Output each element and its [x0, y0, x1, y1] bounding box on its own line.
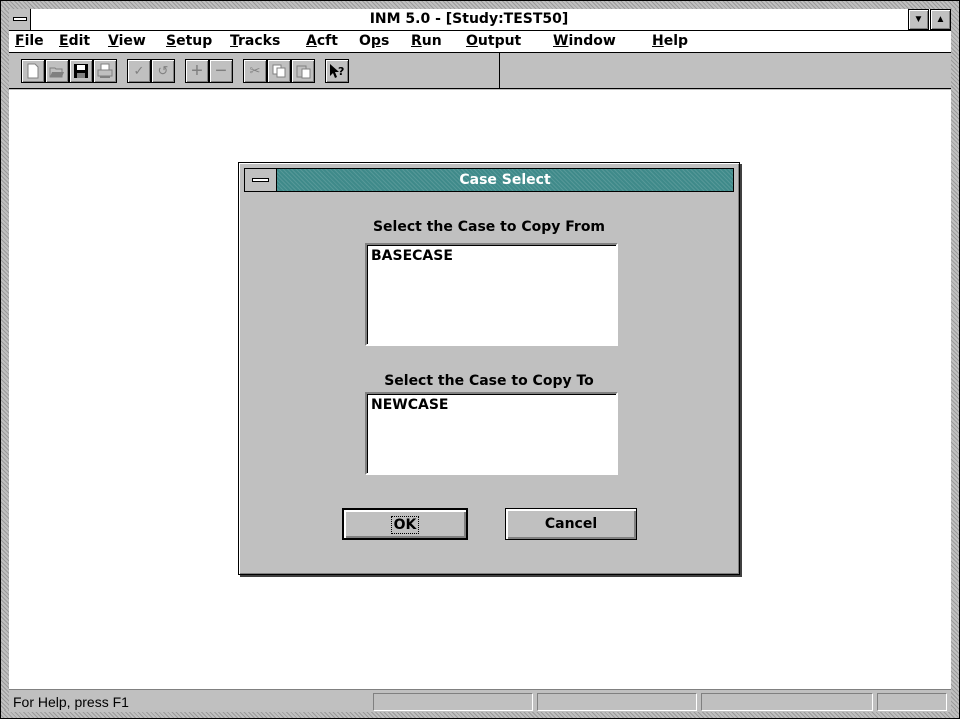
maximize-button[interactable]: ▲	[930, 9, 951, 30]
list-item[interactable]: NEWCASE	[371, 397, 448, 413]
status-bar: For Help, press F1	[9, 689, 951, 712]
check-icon: ✓	[133, 63, 145, 78]
menu-edit[interactable]: Edit	[59, 33, 90, 49]
status-text: For Help, press F1	[13, 694, 129, 710]
print-icon	[97, 63, 113, 78]
context-help-button[interactable]: ?	[325, 59, 349, 83]
add-button[interactable]: +	[185, 59, 209, 83]
copy-from-listbox[interactable]: BASECASE	[365, 243, 618, 346]
app-titlebar[interactable]: INM 5.0 - [Study:TEST50] ▼ ▲	[9, 9, 951, 31]
toolbar-divider	[499, 53, 500, 88]
ok-label: OK	[390, 516, 420, 534]
menu-view[interactable]: View	[108, 33, 146, 49]
system-menu-button[interactable]	[9, 9, 31, 30]
status-pane	[537, 693, 697, 711]
app-window: INM 5.0 - [Study:TEST50] ▼ ▲ File Edit V…	[0, 0, 960, 719]
cut-button[interactable]: ✂	[243, 59, 267, 83]
copy-icon	[272, 64, 286, 78]
menu-help[interactable]: Help	[652, 33, 688, 49]
context-help-icon: ?	[330, 64, 344, 78]
copy-from-label: Select the Case to Copy From	[372, 219, 606, 235]
ok-button[interactable]: OK	[342, 508, 468, 540]
copy-to-listbox[interactable]: NEWCASE	[365, 392, 618, 475]
copy-button[interactable]	[267, 59, 291, 83]
undo-icon: ↺	[157, 63, 169, 78]
svg-text:?: ?	[338, 65, 344, 78]
save-button[interactable]	[69, 59, 93, 83]
menu-acft[interactable]: Acft	[306, 33, 338, 49]
dialog-title: Case Select	[459, 172, 551, 188]
paste-icon	[296, 65, 311, 79]
menu-bar: File Edit View Setup Tracks Acft Ops Run…	[9, 31, 951, 53]
remove-icon: −	[215, 60, 227, 82]
cut-icon: ✂	[249, 63, 261, 78]
menu-window[interactable]: Window	[553, 33, 616, 49]
status-pane	[701, 693, 873, 711]
menu-tracks[interactable]: Tracks	[230, 33, 280, 49]
copy-to-label: Select the Case to Copy To	[384, 373, 594, 389]
add-icon: +	[191, 60, 203, 82]
menu-run[interactable]: Run	[411, 33, 442, 49]
save-disk-icon	[74, 64, 88, 78]
down-arrow-icon: ▼	[913, 14, 924, 25]
open-folder-icon	[49, 67, 64, 78]
dialog-titlebar[interactable]: Case Select	[244, 168, 734, 192]
print-button[interactable]	[93, 59, 117, 83]
up-arrow-icon: ▲	[935, 14, 946, 25]
app-title: INM 5.0 - [Study:TEST50]	[369, 11, 569, 27]
toolbar: ✓ ↺ + − ✂ ?	[9, 53, 951, 89]
status-pane	[373, 693, 533, 711]
paste-button[interactable]	[291, 59, 315, 83]
menu-file[interactable]: File	[15, 33, 44, 49]
minimize-button[interactable]: ▼	[908, 9, 929, 30]
new-file-icon	[27, 63, 39, 79]
list-item[interactable]: BASECASE	[371, 248, 453, 264]
remove-button[interactable]: −	[209, 59, 233, 83]
case-select-dialog: Case Select Select the Case to Copy From…	[238, 162, 740, 575]
new-file-button[interactable]	[21, 59, 45, 83]
status-pane	[877, 693, 947, 711]
menu-output[interactable]: Output	[466, 33, 521, 49]
menu-setup[interactable]: Setup	[166, 33, 212, 49]
check-button[interactable]: ✓	[127, 59, 151, 83]
dialog-system-menu-button[interactable]	[245, 169, 277, 191]
cancel-button[interactable]: Cancel	[505, 508, 637, 540]
system-menu-icon	[252, 178, 269, 182]
undo-button[interactable]: ↺	[151, 59, 175, 83]
open-button[interactable]	[45, 59, 69, 83]
system-menu-icon	[13, 17, 27, 21]
menu-ops[interactable]: Ops	[359, 33, 389, 49]
